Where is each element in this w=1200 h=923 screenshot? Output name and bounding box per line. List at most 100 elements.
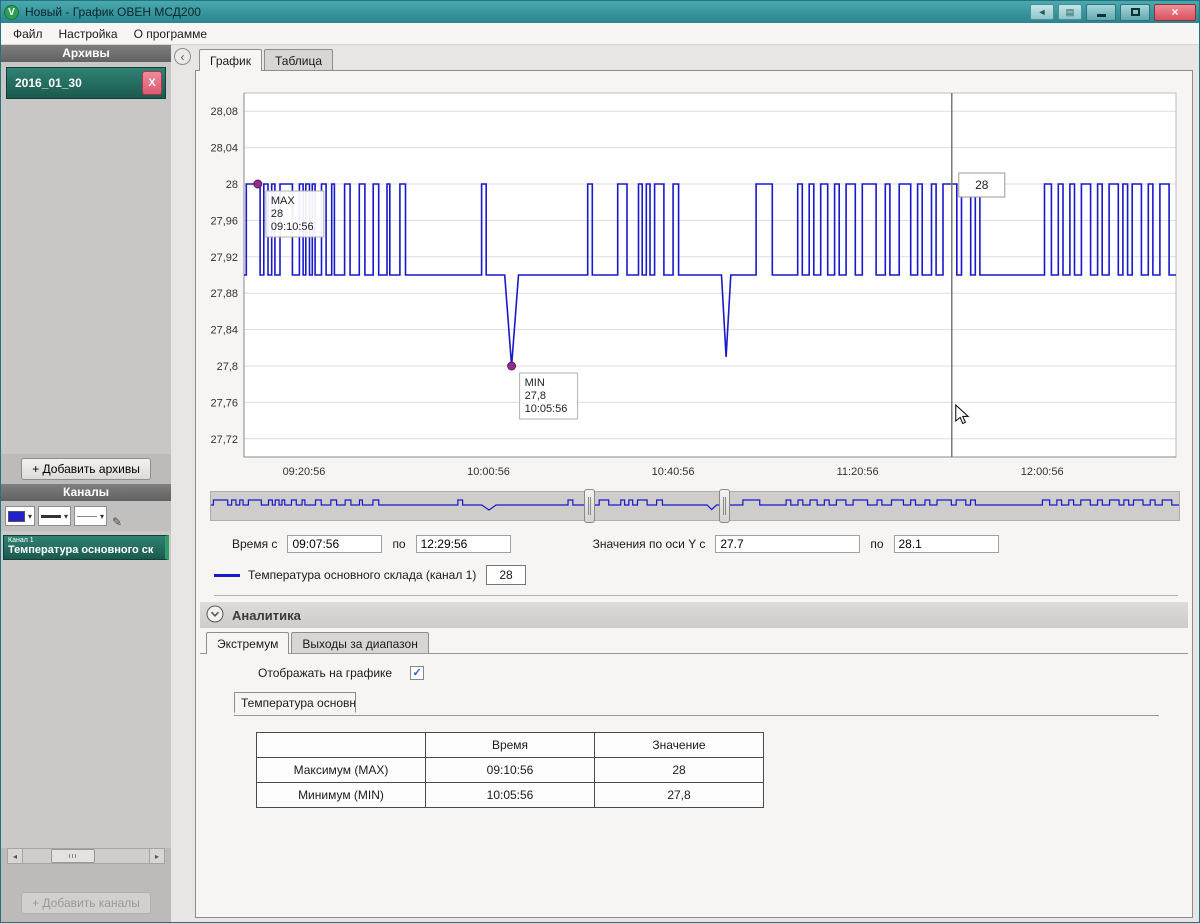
legend-label: Температура основного склада (канал 1): [248, 568, 476, 582]
overview-handle-right[interactable]: [719, 489, 730, 523]
svg-text:28,04: 28,04: [210, 143, 238, 155]
overview-chart: [211, 492, 1179, 520]
svg-text:10:05:56: 10:05:56: [525, 403, 568, 415]
overview-handle-left[interactable]: [584, 489, 595, 523]
minimize-icon: [1097, 14, 1106, 17]
maximize-icon: [1131, 8, 1140, 16]
grip-icon: [588, 497, 591, 515]
grip-icon: [723, 497, 726, 515]
menu-settings[interactable]: Настройка: [51, 24, 126, 44]
table-row: Минимум (MIN) 10:05:56 27,8: [257, 783, 764, 808]
sidebar: Архивы 2016_01_30 X + Добавить архивы Ка…: [1, 45, 171, 922]
chevron-down-icon: ▾: [28, 512, 32, 521]
window-title: Новый - График ОВЕН МСД200: [25, 5, 201, 19]
channel-item[interactable]: Канал 1 Температура основного ск: [3, 535, 169, 560]
menu-about[interactable]: О программе: [126, 24, 215, 44]
min-row-time: 10:05:56: [426, 783, 595, 808]
tab-extremum[interactable]: Экстремум: [206, 632, 289, 654]
chevron-down-icon: ▾: [64, 512, 68, 521]
series-color-line: [214, 574, 240, 577]
sidebar-collapse-column: ‹: [171, 45, 195, 922]
time-from-label: Время с: [232, 537, 277, 551]
svg-text:28: 28: [975, 178, 989, 192]
table-header-value: Значение: [595, 733, 764, 758]
main-area: График Таблица 28,0828,042827,9627,9227,…: [195, 45, 1199, 922]
speaker-icon[interactable]: ◄: [1030, 4, 1054, 20]
archives-header: Архивы: [1, 45, 171, 62]
line-width-sample: [41, 515, 61, 518]
archive-list: 2016_01_30 X: [1, 62, 171, 454]
minimize-button[interactable]: [1086, 4, 1116, 21]
chevron-down-icon: ▾: [100, 512, 104, 521]
svg-text:27,96: 27,96: [210, 215, 238, 227]
chart-overview[interactable]: [210, 491, 1180, 521]
analytics-header[interactable]: Аналитика: [200, 602, 1188, 628]
to-label-2: по: [870, 537, 883, 551]
add-archives-button[interactable]: + Добавить архивы: [21, 458, 151, 480]
titlebar: V Новый - График ОВЕН МСД200 ◄ ▤ ×: [1, 1, 1199, 23]
y-to-input[interactable]: [894, 535, 999, 553]
menubar: Файл Настройка О программе: [1, 23, 1199, 45]
app-logo-icon: V: [4, 5, 19, 20]
svg-text:28: 28: [271, 208, 283, 220]
temperature-chart[interactable]: 28,0828,042827,9627,9227,8827,8427,827,7…: [200, 79, 1184, 483]
table-header-row: Время Значение: [257, 733, 764, 758]
tab-chart[interactable]: График: [199, 49, 262, 71]
svg-text:09:20:56: 09:20:56: [283, 466, 326, 478]
analytics-content: Отображать на графике ✓ Температура осно…: [200, 653, 1188, 915]
sidebar-collapse-button[interactable]: ‹: [174, 48, 191, 65]
svg-text:27,76: 27,76: [210, 397, 238, 409]
channels-header: Каналы: [1, 484, 171, 501]
table-header-blank: [257, 733, 426, 758]
channel-subtab[interactable]: Температура основн: [234, 692, 356, 713]
chevron-down-circle-icon: [206, 605, 224, 623]
svg-text:09:10:56: 09:10:56: [271, 221, 314, 233]
add-channels-button[interactable]: + Добавить каналы: [21, 892, 151, 914]
svg-text:27,72: 27,72: [210, 434, 238, 446]
y-from-input[interactable]: [715, 535, 860, 553]
chart-panel: 28,0828,042827,9627,9227,8827,8427,827,7…: [195, 70, 1193, 918]
analytics-title: Аналитика: [232, 608, 301, 623]
svg-text:MIN: MIN: [525, 377, 545, 389]
tab-table[interactable]: Таблица: [264, 49, 333, 71]
svg-text:10:40:56: 10:40:56: [652, 466, 695, 478]
time-to-input[interactable]: [416, 535, 511, 553]
panel-icon[interactable]: ▤: [1058, 4, 1082, 20]
scrollbar-track[interactable]: [23, 848, 149, 864]
svg-text:27,84: 27,84: [210, 325, 238, 337]
horizontal-scrollbar[interactable]: ◂ ▸: [7, 848, 165, 864]
maximize-button[interactable]: [1120, 4, 1150, 21]
menu-file[interactable]: Файл: [5, 24, 51, 44]
add-channels-row: + Добавить каналы: [1, 888, 171, 918]
channel-name: Температура основного ск: [8, 544, 161, 556]
archive-item[interactable]: 2016_01_30 X: [6, 67, 166, 99]
svg-text:12:00:56: 12:00:56: [1021, 466, 1064, 478]
table-header-time: Время: [426, 733, 595, 758]
tab-out-of-range[interactable]: Выходы за диапазон: [291, 632, 428, 653]
svg-text:10:00:56: 10:00:56: [467, 466, 510, 478]
svg-text:11:20:56: 11:20:56: [837, 466, 879, 478]
analytics-collapse-button[interactable]: [206, 605, 224, 626]
show-on-chart-row: Отображать на графике ✓: [234, 666, 1188, 680]
view-tabs: График Таблица: [195, 49, 1193, 71]
check-icon: ✓: [413, 668, 422, 679]
channel-subtab-row: Температура основн: [234, 692, 1159, 716]
table-row: Максимум (MAX) 09:10:56 28: [257, 758, 764, 783]
svg-text:27,92: 27,92: [210, 252, 238, 264]
show-on-chart-checkbox[interactable]: ✓: [410, 666, 424, 680]
channel-style-controls: ▾ ▾ ▾ ✎: [1, 501, 171, 531]
line-width-select[interactable]: ▾: [38, 506, 71, 526]
edit-icon[interactable]: ✎: [112, 515, 122, 529]
close-button[interactable]: ×: [1154, 4, 1196, 21]
color-swatch: [8, 511, 25, 522]
svg-text:MAX: MAX: [271, 195, 296, 207]
legend-current-value: 28: [486, 565, 525, 585]
close-archive-button[interactable]: X: [142, 71, 162, 95]
time-from-input[interactable]: [287, 535, 382, 553]
scroll-right-icon[interactable]: ▸: [149, 848, 165, 864]
scrollbar-thumb[interactable]: [51, 849, 95, 863]
scroll-left-icon[interactable]: ◂: [7, 848, 23, 864]
line-style-select[interactable]: ▾: [74, 506, 107, 526]
channel-color-select[interactable]: ▾: [5, 506, 35, 526]
analytics-section: Аналитика Экстремум Выходы за диапазон О…: [200, 602, 1188, 915]
